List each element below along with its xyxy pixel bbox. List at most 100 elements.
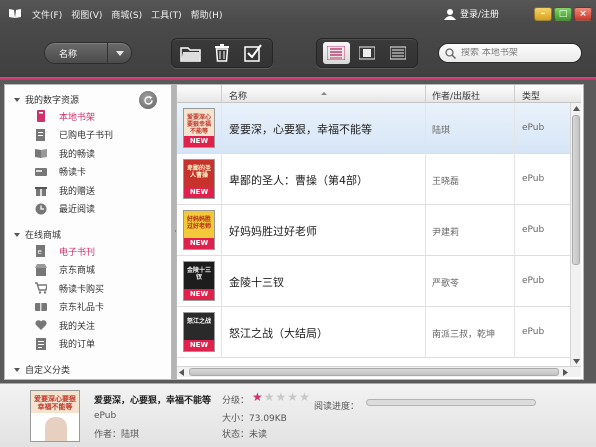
ebook-icon: e (36, 245, 45, 257)
book-row[interactable]: 卑鄙的圣人曹操 NEW 卑鄙的圣人：曹操（第4部） 王晓磊 ePub (177, 154, 570, 205)
list-view-icon (327, 46, 346, 60)
list-view-button[interactable] (323, 42, 350, 64)
sidebar-item-gift-card[interactable]: 京东礼品卡 (5, 298, 171, 317)
purchased-icon (36, 128, 45, 141)
section-online-store[interactable]: 在线商城 (5, 226, 171, 242)
collapse-caret-icon (14, 232, 20, 240)
app-logo-icon (9, 9, 21, 18)
book-author: 南派三叔，乾坤 (432, 330, 496, 340)
section-label: 自定义分类 (25, 365, 71, 376)
menu-store[interactable]: 商城(S) (111, 8, 142, 21)
book-title: 卑鄙的圣人：曹操（第4部） (229, 174, 368, 187)
import-folder-button[interactable] (178, 42, 205, 64)
book-title: 爱要深，心要狠，幸福不能等 (229, 123, 372, 136)
section-custom-categories[interactable]: 自定义分类 (5, 361, 171, 377)
heart-icon (35, 320, 47, 330)
search-icon (445, 47, 456, 59)
maximize-button[interactable]: □ (554, 7, 572, 21)
book-type: ePub (522, 174, 545, 184)
menu-view[interactable]: 视图(V) (71, 8, 102, 21)
detail-view-icon (389, 46, 406, 60)
sidebar-item-orders[interactable]: 我的订单 (5, 335, 171, 354)
sidebar-item-my-reads[interactable]: 我的畅读 (5, 144, 171, 163)
column-type-header[interactable]: 类型 (522, 89, 540, 102)
sort-ascending-icon (321, 89, 327, 95)
book-row[interactable]: 好妈妈胜过好老师 NEW 好妈妈胜过好老师 尹建莉 ePub (177, 205, 570, 256)
book-title: 怒江之战（大结局） (229, 327, 328, 340)
sidebar-item-purchased[interactable]: 已购电子书刊 (5, 126, 171, 145)
reading-progress-bar (366, 399, 536, 406)
sidebar: 我的数字资源 本地书架 已购电子书刊 我的畅读 畅读卡 我的赠送 最近阅读 在线… (4, 84, 172, 380)
sidebar-item-local-shelf[interactable]: 本地书架 (5, 107, 171, 126)
sidebar-item-my-gifts[interactable]: 我的赠送 (5, 181, 171, 200)
book-cover: 怒江之战 NEW (183, 312, 215, 352)
horizontal-scroll-thumb[interactable] (189, 368, 559, 376)
scroll-left-icon[interactable] (179, 369, 184, 376)
book-list: 名称 作者/出版社 类型 爱要深心要狠幸福不能等 NEW 爱要深，心要狠，幸福不… (176, 84, 584, 380)
scroll-down-icon[interactable] (571, 356, 581, 366)
card-icon (35, 167, 47, 176)
sidebar-item-recent[interactable]: 最近阅读 (5, 200, 171, 219)
scroll-right-icon[interactable] (563, 369, 568, 376)
vertical-scroll-thumb[interactable] (572, 115, 580, 265)
open-book-icon (35, 149, 47, 158)
collapse-caret-icon (14, 97, 20, 105)
sidebar-item-buy-card[interactable]: 畅读卡购买 (5, 279, 171, 298)
clock-icon (35, 203, 47, 214)
minimize-button[interactable]: – (534, 7, 552, 21)
close-button[interactable]: × (574, 7, 592, 21)
book-author: 严歌苓 (432, 279, 460, 289)
window-controls: – □ × (534, 7, 592, 21)
section-label: 我的数字资源 (25, 95, 80, 106)
rating-star-icon[interactable]: ★ (299, 390, 310, 404)
vertical-scrollbar[interactable] (570, 103, 581, 366)
sort-dropdown[interactable]: 名称 (44, 42, 132, 64)
detail-view-button[interactable] (384, 42, 411, 64)
read-status: 状态：未读 (222, 430, 268, 440)
select-button[interactable] (239, 42, 266, 64)
sidebar-item-following[interactable]: 我的关注 (5, 316, 171, 335)
rating-star-icon[interactable]: ★ (252, 390, 263, 404)
orders-icon (36, 337, 46, 350)
progress-label: 阅读进度： (314, 402, 360, 412)
selected-book-author: 作者：陆琪 (94, 430, 140, 440)
title-toolbar: 文件(F) 视图(V) 商城(S) 工具(T) 帮助(H) 登录/注册 – □ … (0, 0, 596, 80)
column-author-header[interactable]: 作者/出版社 (432, 89, 480, 102)
book-row[interactable]: 金陵十三钗 NEW 金陵十三钗 严歌苓 ePub (177, 256, 570, 307)
rating-stars[interactable]: ★ ★ ★ ★ ★ (252, 390, 310, 404)
book-type: ePub (522, 123, 545, 133)
selected-book-type: ePub (94, 411, 117, 421)
sidebar-item-ebooks[interactable]: e 电子书刊 (5, 242, 171, 261)
login-register-link[interactable]: 登录/注册 (444, 7, 499, 20)
book-cover: 爱要深心要狠幸福不能等 NEW (183, 108, 215, 148)
book-cover: 金陵十三钗 NEW (183, 261, 215, 301)
menu-help[interactable]: 帮助(H) (191, 8, 223, 21)
delete-button[interactable] (209, 42, 236, 64)
search-input[interactable] (461, 48, 571, 58)
rating-star-icon[interactable]: ★ (264, 390, 275, 404)
column-name-header[interactable]: 名称 (229, 89, 247, 102)
cover-view-icon (359, 46, 375, 60)
rating-star-icon[interactable]: ★ (276, 390, 287, 404)
cover-view-button[interactable] (354, 42, 381, 64)
menu-tools[interactable]: 工具(T) (151, 8, 182, 21)
gift-icon (35, 187, 47, 196)
store-icon (35, 263, 47, 276)
selected-book-title: 爱要深，心要狠，幸福不能等 (94, 396, 212, 406)
sidebar-item-read-card[interactable]: 畅读卡 (5, 163, 171, 182)
book-row[interactable]: 怒江之战 NEW 怒江之战（大结局） 南派三叔，乾坤 ePub (177, 307, 570, 358)
sidebar-item-jd-store[interactable]: 京东商城 (5, 261, 171, 280)
book-author: 陆琪 (432, 126, 451, 136)
book-cover: 好妈妈胜过好老师 NEW (183, 210, 215, 250)
user-icon (444, 8, 456, 20)
book-author: 王晓磊 (432, 177, 460, 187)
book-row[interactable]: 爱要深心要狠幸福不能等 NEW 爱要深，心要狠，幸福不能等 陆琪 ePub (177, 103, 570, 154)
book-title: 金陵十三钗 (229, 276, 284, 289)
view-mode-group (316, 38, 418, 68)
scroll-up-icon[interactable] (571, 103, 581, 113)
file-actions-group (171, 38, 273, 68)
menu-file[interactable]: 文件(F) (32, 8, 62, 21)
horizontal-scrollbar[interactable] (177, 366, 581, 377)
collapse-caret-icon (14, 367, 20, 375)
rating-star-icon[interactable]: ★ (287, 390, 298, 404)
